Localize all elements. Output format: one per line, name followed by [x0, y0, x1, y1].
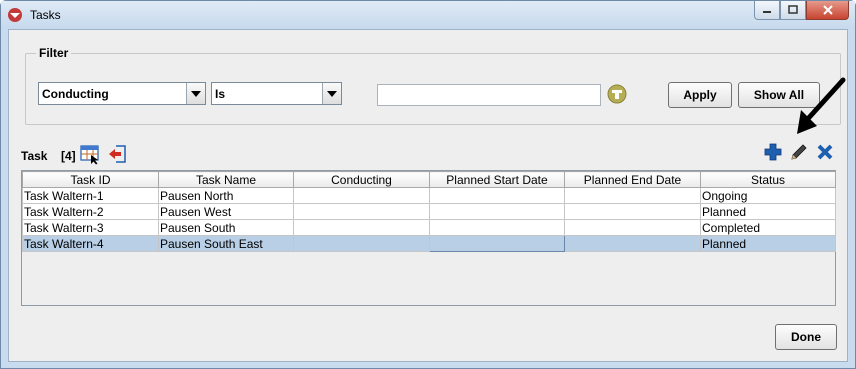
status-cell[interactable]: Completed: [700, 219, 836, 236]
chevron-down-icon[interactable]: [186, 83, 205, 104]
task-name-cell[interactable]: Pausen North: [158, 187, 294, 204]
filter-search-icon[interactable]: [606, 83, 628, 105]
close-icon: [822, 5, 833, 15]
window-title: Tasks: [30, 8, 61, 22]
filter-value-input[interactable]: [377, 84, 601, 106]
conducting-cell[interactable]: [293, 235, 430, 252]
table-row[interactable]: Task Waltern-1 Pausen North Ongoing: [22, 187, 836, 204]
status-cell[interactable]: Ongoing: [700, 187, 836, 204]
planned-end-date-cell[interactable]: [564, 187, 701, 204]
title-bar: Tasks: [1, 1, 855, 29]
close-button[interactable]: [806, 1, 849, 20]
table-row-selected[interactable]: Task Waltern-4 Pausen South East Planned: [22, 235, 836, 252]
tasks-table[interactable]: Task ID Task Name Conducting Planned Sta…: [21, 170, 836, 306]
tasks-window: Tasks Filter Conducting Is Apply Show Al…: [0, 0, 856, 369]
column-header-task-name[interactable]: Task Name: [158, 171, 294, 188]
planned-end-date-cell[interactable]: [564, 235, 701, 252]
table-row[interactable]: Task Waltern-3 Pausen South Completed: [22, 219, 836, 236]
filter-field-select[interactable]: Conducting: [38, 82, 206, 105]
column-header-planned-end-date[interactable]: Planned End Date: [564, 171, 701, 188]
task-name-cell[interactable]: Pausen West: [158, 203, 294, 220]
table-header-row: Task ID Task Name Conducting Planned Sta…: [22, 171, 836, 188]
export-icon[interactable]: [107, 143, 129, 165]
window-app-icon: [8, 8, 22, 22]
chevron-down-icon[interactable]: [322, 83, 341, 104]
column-header-conducting[interactable]: Conducting: [293, 171, 430, 188]
filter-operator-value: Is: [215, 87, 226, 101]
apply-button[interactable]: Apply: [668, 82, 732, 108]
window-controls: [754, 1, 849, 20]
delete-icon[interactable]: [814, 141, 836, 163]
maximize-icon: [788, 5, 798, 14]
filter-field-value: Conducting: [42, 87, 109, 101]
column-header-planned-start-date[interactable]: Planned Start Date: [429, 171, 565, 188]
planned-end-date-cell[interactable]: [564, 219, 701, 236]
column-header-task-id[interactable]: Task ID: [22, 171, 159, 188]
task-id-cell[interactable]: Task Waltern-1: [22, 187, 159, 204]
task-section-label: Task: [21, 149, 48, 163]
minimize-icon: [763, 11, 771, 13]
column-header-status[interactable]: Status: [700, 171, 836, 188]
dialog-content: Filter Conducting Is Apply Show All Task…: [8, 29, 848, 362]
table-config-icon[interactable]: [79, 143, 101, 165]
filter-operator-select[interactable]: Is: [211, 82, 342, 105]
filter-legend: Filter: [39, 46, 69, 60]
planned-start-date-cell[interactable]: [429, 187, 565, 204]
task-name-cell[interactable]: Pausen South: [158, 219, 294, 236]
task-id-cell[interactable]: Task Waltern-3: [22, 219, 159, 236]
conducting-cell[interactable]: [293, 187, 430, 204]
task-id-cell[interactable]: Task Waltern-2: [22, 203, 159, 220]
planned-start-date-cell[interactable]: [429, 219, 565, 236]
maximize-button[interactable]: [780, 1, 806, 20]
table-row[interactable]: Task Waltern-2 Pausen West Planned: [22, 203, 836, 220]
task-id-cell[interactable]: Task Waltern-4: [22, 235, 159, 252]
add-icon[interactable]: [762, 141, 784, 163]
planned-end-date-cell[interactable]: [564, 203, 701, 220]
edit-icon[interactable]: [788, 141, 810, 163]
planned-start-date-cell[interactable]: [429, 203, 565, 220]
annotation-arrow-icon: [797, 77, 846, 134]
status-cell[interactable]: Planned: [700, 235, 836, 252]
planned-start-date-cell[interactable]: [429, 235, 565, 252]
minimize-button[interactable]: [754, 1, 780, 20]
conducting-cell[interactable]: [293, 219, 430, 236]
conducting-cell[interactable]: [293, 203, 430, 220]
done-button[interactable]: Done: [775, 324, 837, 350]
task-name-cell[interactable]: Pausen South East: [158, 235, 294, 252]
status-cell[interactable]: Planned: [700, 203, 836, 220]
task-count: [4]: [61, 149, 76, 163]
